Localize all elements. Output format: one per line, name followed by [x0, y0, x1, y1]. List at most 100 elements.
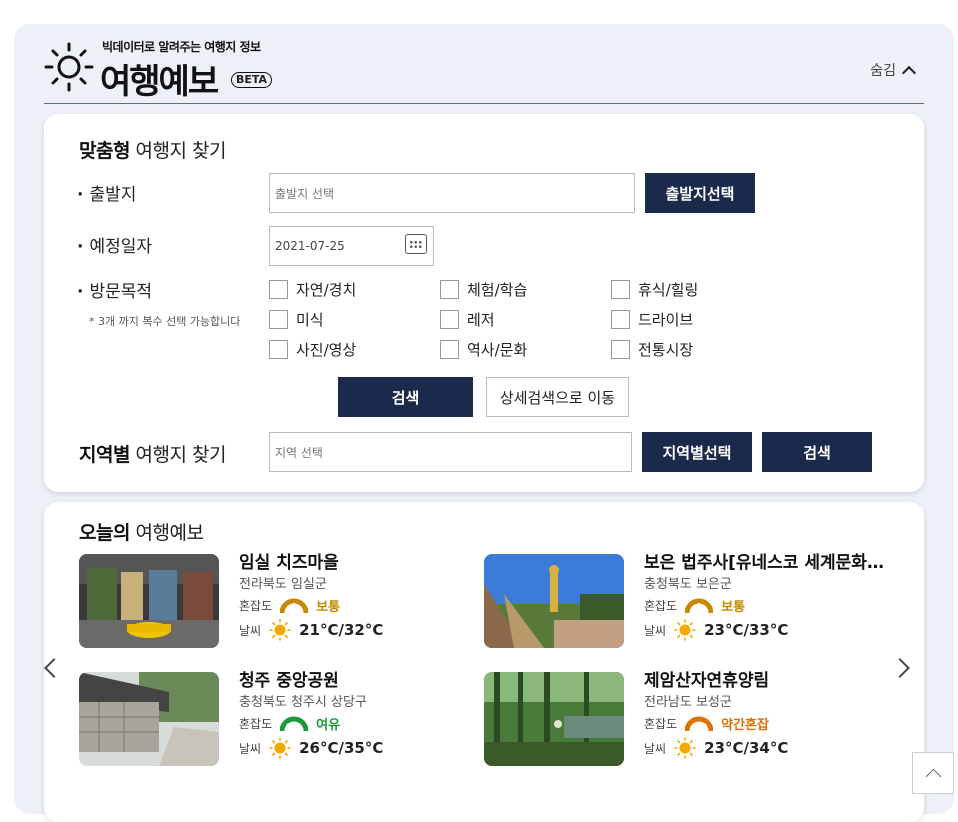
purpose-label: 방문목적 — [77, 277, 152, 302]
region-search-title-bold: 지역별 — [79, 444, 130, 466]
purpose-checkbox-food[interactable]: 미식 — [269, 309, 324, 330]
temperature: 21°C/32°C — [299, 621, 384, 639]
custom-search-card: 맞춤형 여행지 찾기 출발지 출발지 선택 출발지선택 예정일자 2021-07… — [44, 114, 924, 492]
hide-label: 숨김 — [870, 63, 896, 79]
detail-search-button[interactable]: 상세검색으로 이동 — [486, 377, 629, 417]
custom-search-title-rest: 여행지 찾기 — [135, 140, 227, 162]
checkbox[interactable] — [440, 280, 459, 299]
today-forecast-title-rest: 여행예보 — [135, 522, 204, 544]
crowd-row: 혼잡도 약간혼잡 — [644, 714, 769, 733]
header: 빅데이터로 알려주는 여행지 정보 여행예보 BETA 숨김 — [44, 38, 924, 104]
region-search-title: 지역별 여행지 찾기 — [79, 440, 226, 467]
place-thumbnail[interactable] — [79, 672, 219, 766]
region-search-button[interactable]: 검색 — [762, 432, 872, 472]
place-address: 전라북도 임실군 — [239, 577, 327, 592]
date-value: 2021-07-25 — [275, 239, 345, 253]
travel-forecast-panel: 빅데이터로 알려주는 여행지 정보 여행예보 BETA 숨김 맞춤형 여행지 찾… — [14, 24, 954, 822]
chevron-up-icon — [901, 65, 917, 81]
region-select-button[interactable]: 지역별선택 — [642, 432, 752, 472]
region-search-title-rest: 여행지 찾기 — [135, 444, 227, 466]
custom-search-title-bold: 맞춤형 — [79, 140, 130, 162]
header-subtitle: 빅데이터로 알려주는 여행지 정보 — [102, 40, 261, 54]
purpose-option-label: 자연/경치 — [296, 281, 357, 299]
place-address: 충청북도 청주시 상당구 — [239, 695, 367, 710]
departure-select-button[interactable]: 출발지선택 — [645, 173, 755, 213]
checkbox[interactable] — [440, 310, 459, 329]
place-card[interactable]: 청주 중앙공원 충청북도 청주시 상당구 혼잡도 여유 날씨 26°C/35°C — [79, 671, 459, 768]
purpose-option-label: 역사/문화 — [467, 341, 528, 359]
departure-input[interactable]: 출발지 선택 — [269, 173, 635, 213]
crowd-label: 혼잡도 — [644, 599, 678, 613]
place-name[interactable]: 임실 치즈마을 — [239, 548, 479, 573]
crowd-gauge-icon — [685, 716, 714, 732]
place-name[interactable]: 제암산자연휴양림 — [644, 666, 884, 691]
purpose-checkbox-history[interactable]: 역사/문화 — [440, 339, 527, 360]
temperature: 23°C/33°C — [704, 621, 789, 639]
calendar-icon[interactable] — [405, 234, 427, 254]
purpose-checkbox-leisure[interactable]: 레저 — [440, 309, 495, 330]
sunny-icon — [269, 737, 291, 759]
beta-badge: BETA — [231, 72, 273, 88]
place-name[interactable]: 보은 법주사[유네스코 세계문화유산] — [644, 548, 884, 573]
purpose-option-label: 사진/영상 — [296, 341, 357, 359]
date-input[interactable]: 2021-07-25 — [269, 226, 434, 266]
purpose-option-label: 드라이브 — [638, 311, 694, 329]
purpose-checkbox-experience[interactable]: 체험/학습 — [440, 279, 527, 300]
purpose-checkbox-market[interactable]: 전통시장 — [611, 339, 693, 360]
place-thumbnail[interactable] — [484, 554, 624, 648]
hide-button[interactable]: 숨김 — [870, 60, 917, 81]
sunny-icon — [269, 619, 291, 641]
crowd-label: 혼잡도 — [239, 717, 273, 731]
place-address: 전라남도 보성군 — [644, 695, 732, 710]
crowd-gauge-icon — [685, 598, 714, 613]
crowd-label: 혼잡도 — [644, 717, 678, 731]
checkbox[interactable] — [269, 340, 288, 359]
weather-row: 날씨 21°C/32°C — [239, 619, 383, 641]
place-card[interactable]: 제암산자연휴양림 전라남도 보성군 혼잡도 약간혼잡 날씨 23°C/34°C — [484, 671, 864, 768]
place-card[interactable]: 보은 법주사[유네스코 세계문화유산] 충청북도 보은군 혼잡도 보통 날씨 2… — [484, 553, 884, 650]
crowd-level: 보통 — [316, 600, 341, 615]
crowd-gauge-icon — [280, 598, 309, 613]
weather-label: 날씨 — [644, 623, 667, 638]
sun-logo-icon — [44, 42, 94, 92]
checkbox[interactable] — [269, 310, 288, 329]
purpose-note: * 3개 까지 복수 선택 가능합니다 — [89, 315, 241, 328]
temperature: 23°C/34°C — [704, 739, 789, 757]
checkbox[interactable] — [611, 310, 630, 329]
weather-row: 날씨 23°C/33°C — [644, 619, 788, 641]
purpose-checkbox-drive[interactable]: 드라이브 — [611, 309, 693, 330]
crowd-row: 혼잡도 여유 — [239, 714, 340, 733]
weather-row: 날씨 23°C/34°C — [644, 737, 788, 759]
crowd-row: 혼잡도 보통 — [239, 596, 340, 615]
weather-label: 날씨 — [239, 623, 262, 638]
checkbox[interactable] — [269, 280, 288, 299]
departure-label: 출발지 — [77, 180, 136, 205]
today-forecast-title: 오늘의 여행예보 — [79, 518, 204, 545]
search-button[interactable]: 검색 — [338, 377, 473, 417]
place-thumbnail[interactable] — [484, 672, 624, 766]
scroll-to-top-button[interactable] — [912, 752, 954, 794]
sunny-icon — [674, 619, 696, 641]
weather-row: 날씨 26°C/35°C — [239, 737, 383, 759]
sunny-icon — [674, 737, 696, 759]
checkbox[interactable] — [440, 340, 459, 359]
temperature: 26°C/35°C — [299, 739, 384, 757]
checkbox[interactable] — [611, 340, 630, 359]
place-thumbnail[interactable] — [79, 554, 219, 648]
purpose-option-label: 레저 — [467, 311, 495, 329]
place-card[interactable]: 임실 치즈마을 전라북도 임실군 혼잡도 보통 날씨 21°C/32°C — [79, 553, 459, 650]
region-input[interactable]: 지역 선택 — [269, 432, 632, 472]
place-address: 충청북도 보은군 — [644, 577, 732, 592]
purpose-checkbox-nature[interactable]: 자연/경치 — [269, 279, 356, 300]
purpose-option-label: 미식 — [296, 311, 324, 329]
crowd-level: 여유 — [316, 718, 341, 733]
crowd-label: 혼잡도 — [239, 599, 273, 613]
purpose-checkbox-photo[interactable]: 사진/영상 — [269, 339, 356, 360]
purpose-checkbox-healing[interactable]: 휴식/힐링 — [611, 279, 698, 300]
date-label: 예정일자 — [77, 232, 152, 257]
place-name[interactable]: 청주 중앙공원 — [239, 666, 479, 691]
crowd-gauge-icon — [280, 716, 309, 732]
checkbox[interactable] — [611, 280, 630, 299]
crowd-row: 혼잡도 보통 — [644, 596, 745, 615]
crowd-level: 보통 — [721, 600, 746, 615]
